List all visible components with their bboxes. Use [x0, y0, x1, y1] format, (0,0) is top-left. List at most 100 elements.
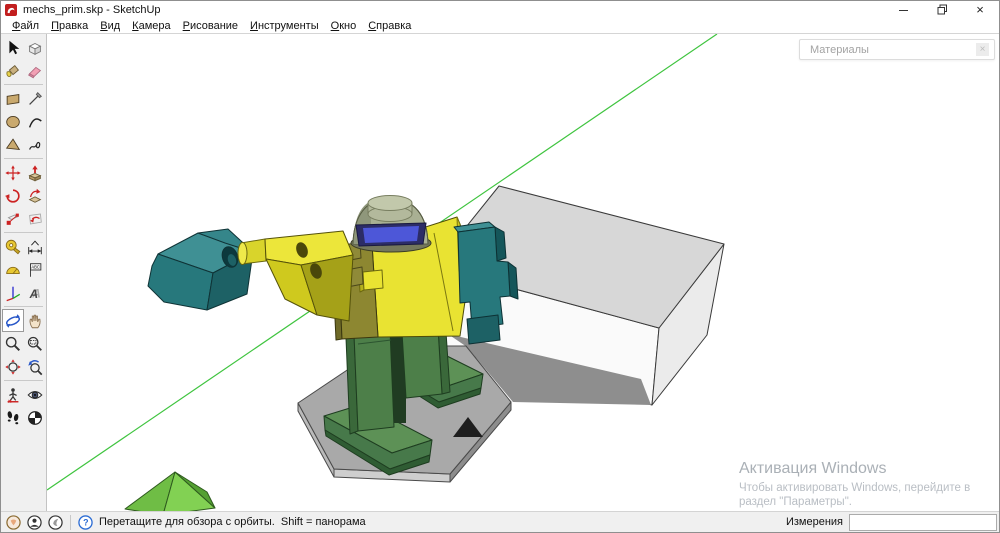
3d-text-icon: AA [26, 284, 44, 302]
materials-tray-title: Материалы [810, 44, 976, 56]
menu-draw[interactable]: Рисование [177, 20, 244, 32]
tool-follow-me[interactable] [24, 184, 46, 207]
axes-icon [4, 284, 22, 302]
green-pyramid[interactable] [125, 472, 215, 511]
status-hint-text: Перетащите для обзора с орбиты. Shift = … [99, 516, 366, 528]
toolbar-separator [4, 306, 43, 307]
rotate-icon [4, 187, 22, 205]
svg-text:?: ? [83, 517, 88, 527]
tool-select[interactable] [2, 36, 24, 59]
tape-measure-icon [4, 238, 22, 256]
statusbar-separator [70, 515, 71, 530]
protractor-icon [4, 261, 22, 279]
credit-user-icon[interactable] [27, 515, 42, 530]
measurements-input[interactable] [849, 514, 997, 531]
push-pull-icon [26, 164, 44, 182]
tool-axes[interactable] [2, 281, 24, 304]
tool-line[interactable] [24, 87, 46, 110]
toolbar-separator [4, 232, 43, 233]
zoom-extents-icon [4, 358, 22, 376]
tool-text[interactable]: ABC [24, 258, 46, 281]
measurements-label: Измерения [786, 516, 843, 528]
toolbar-separator [4, 84, 43, 85]
help-icon[interactable]: ? [78, 515, 93, 530]
tool-circle[interactable] [2, 110, 24, 133]
tool-move[interactable] [2, 161, 24, 184]
sketchup-window: mechs_prim.skp - SketchUp × Файл Правка … [0, 0, 1000, 533]
tool-dimension[interactable] [24, 235, 46, 258]
zoom-magnifier-icon [4, 335, 22, 353]
title-bar: mechs_prim.skp - SketchUp × [1, 1, 999, 18]
tool-pan[interactable] [24, 309, 46, 332]
tool-zoom[interactable] [2, 332, 24, 355]
tool-eraser[interactable] [24, 59, 46, 82]
tool-3d-text[interactable]: AA [24, 281, 46, 304]
feedback-icon[interactable] [48, 515, 63, 530]
teal-gun-part[interactable] [148, 229, 253, 310]
tool-orbit[interactable] [2, 309, 24, 332]
geolocation-icon[interactable] [6, 515, 21, 530]
tool-rectangle[interactable] [2, 87, 24, 110]
tool-protractor[interactable] [2, 258, 24, 281]
look-around-eye-icon [26, 386, 44, 404]
menu-camera[interactable]: Камера [126, 20, 176, 32]
position-camera-icon [4, 386, 22, 404]
menu-help[interactable]: Справка [362, 20, 417, 32]
tool-scale[interactable] [2, 207, 24, 230]
tool-freehand[interactable] [24, 133, 46, 156]
text-flag-icon: ABC [26, 261, 44, 279]
materials-tray-header[interactable]: Материалы × [799, 39, 995, 60]
move-arrows-icon [4, 164, 22, 182]
follow-me-icon [26, 187, 44, 205]
menu-view[interactable]: Вид [94, 20, 126, 32]
orbit-icon [4, 312, 22, 330]
robot-head[interactable] [351, 196, 431, 253]
minimize-button[interactable] [885, 1, 923, 18]
tool-position-camera[interactable] [2, 383, 24, 406]
menu-bar: Файл Правка Вид Камера Рисование Инструм… [1, 18, 999, 33]
toolbar-separator [4, 380, 43, 381]
tool-tape-measure[interactable] [2, 235, 24, 258]
tool-previous[interactable] [24, 355, 46, 378]
tool-zoom-extents[interactable] [2, 355, 24, 378]
freehand-icon [26, 136, 44, 154]
model-viewport[interactable]: Материалы × Активация Windows Чтобы акти… [47, 34, 999, 511]
menu-window[interactable]: Окно [325, 20, 363, 32]
tool-rotate[interactable] [2, 184, 24, 207]
tool-zoom-window[interactable] [24, 332, 46, 355]
menu-tools[interactable]: Инструменты [244, 20, 325, 32]
large-tool-set: ABC AA [1, 34, 47, 511]
tool-offset[interactable] [24, 207, 46, 230]
offset-icon [26, 210, 44, 228]
walk-footprints-icon [4, 409, 22, 427]
select-cursor-icon [4, 39, 22, 57]
tool-look-around[interactable] [24, 383, 46, 406]
toolbar-separator [4, 158, 43, 159]
tool-section-plane[interactable] [24, 406, 46, 429]
sketchup-logo-icon [5, 4, 17, 16]
tool-paint-bucket[interactable] [2, 59, 24, 82]
pan-hand-icon [26, 312, 44, 330]
pencil-line-icon [26, 90, 44, 108]
dimension-icon [26, 238, 44, 256]
tool-walk[interactable] [2, 406, 24, 429]
tool-polygon[interactable] [2, 133, 24, 156]
svg-text:A: A [28, 287, 37, 300]
tool-arc[interactable] [24, 110, 46, 133]
restore-icon [937, 4, 948, 15]
menu-file[interactable]: Файл [6, 20, 45, 32]
section-plane-icon [26, 409, 44, 427]
yellow-funnel[interactable] [238, 231, 353, 321]
restore-button[interactable] [923, 1, 961, 18]
close-button[interactable]: × [961, 1, 999, 18]
polygon-icon [4, 136, 22, 154]
tool-push-pull[interactable] [24, 161, 46, 184]
minimize-icon [899, 5, 909, 15]
tray-close-icon[interactable]: × [976, 43, 989, 56]
rectangle-icon [4, 90, 22, 108]
zoom-previous-icon [26, 358, 44, 376]
menu-edit[interactable]: Правка [45, 20, 94, 32]
tool-make-component[interactable] [24, 36, 46, 59]
status-bar: ? Перетащите для обзора с орбиты. Shift … [1, 511, 999, 532]
component-box-icon [26, 39, 44, 57]
